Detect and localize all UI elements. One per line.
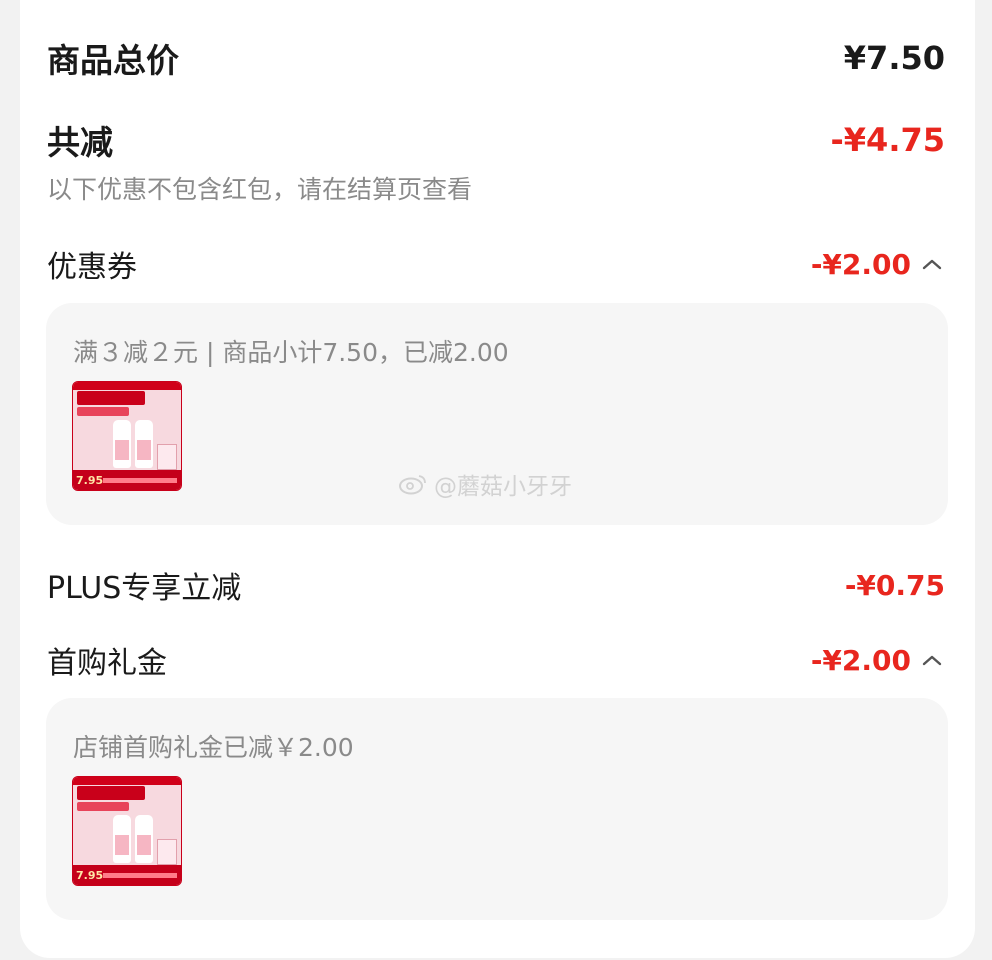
- weibo-icon: [399, 475, 426, 495]
- thumb-subtitle: [77, 802, 129, 811]
- thumb-price: 7.95: [76, 869, 104, 882]
- first-purchase-amount[interactable]: -¥2.00: [811, 644, 945, 677]
- plus-row: PLUS专享立减 -¥0.75: [47, 563, 945, 607]
- first-purchase-detail-panel: 店铺首购礼金已减￥2.00 7.95: [46, 698, 948, 920]
- thumb-stripe: [103, 873, 177, 878]
- total-row: 商品总价 ¥7.50: [47, 34, 945, 82]
- coupon-label: 优惠券: [47, 250, 137, 285]
- first-purchase-row[interactable]: 首购礼金 -¥2.00: [47, 638, 945, 682]
- bottle-image: [113, 815, 131, 863]
- thumb-stripe: [103, 478, 177, 483]
- product-thumbnail[interactable]: 7.95: [72, 776, 182, 886]
- discount-total-value: -¥4.75: [830, 121, 946, 159]
- bottle-image: [135, 815, 153, 863]
- coupon-amount[interactable]: -¥2.00: [811, 248, 945, 281]
- total-value: ¥7.50: [843, 39, 945, 77]
- first-purchase-detail-text: 店铺首购礼金已减￥2.00: [73, 733, 354, 762]
- first-purchase-value: -¥2.00: [810, 643, 911, 677]
- total-label: 商品总价: [47, 41, 179, 80]
- product-thumbnail[interactable]: 7.95: [72, 381, 182, 491]
- coupon-detail-text: 满３减２元 | 商品小计7.50，已减2.00: [73, 338, 509, 367]
- thumb-price: 7.95: [76, 474, 104, 487]
- coupon-row[interactable]: 优惠券 -¥2.00: [47, 242, 945, 286]
- box-image: [157, 444, 177, 470]
- box-image: [157, 839, 177, 865]
- first-purchase-label: 首购礼金: [47, 646, 167, 681]
- discount-row: 共减 -¥4.75: [47, 116, 945, 164]
- discount-note: 以下优惠不包含红包，请在结算页查看: [47, 175, 473, 204]
- thumb-banner: [73, 777, 181, 785]
- plus-label: PLUS专享立减: [47, 571, 242, 606]
- chevron-up-icon[interactable]: [919, 254, 945, 274]
- bottle-image: [135, 420, 153, 468]
- coupon-value: -¥2.00: [810, 247, 911, 281]
- discount-label: 共减: [47, 123, 113, 162]
- watermark-text: @蘑菇小牙牙: [434, 474, 572, 500]
- watermark: @蘑菇小牙牙: [398, 467, 572, 501]
- thumb-banner: [73, 382, 181, 390]
- thumb-title: [77, 391, 145, 405]
- plus-value: -¥0.75: [844, 568, 945, 602]
- thumb-subtitle: [77, 407, 129, 416]
- chevron-up-icon[interactable]: [919, 650, 945, 670]
- bottle-image: [113, 420, 131, 468]
- thumb-title: [77, 786, 145, 800]
